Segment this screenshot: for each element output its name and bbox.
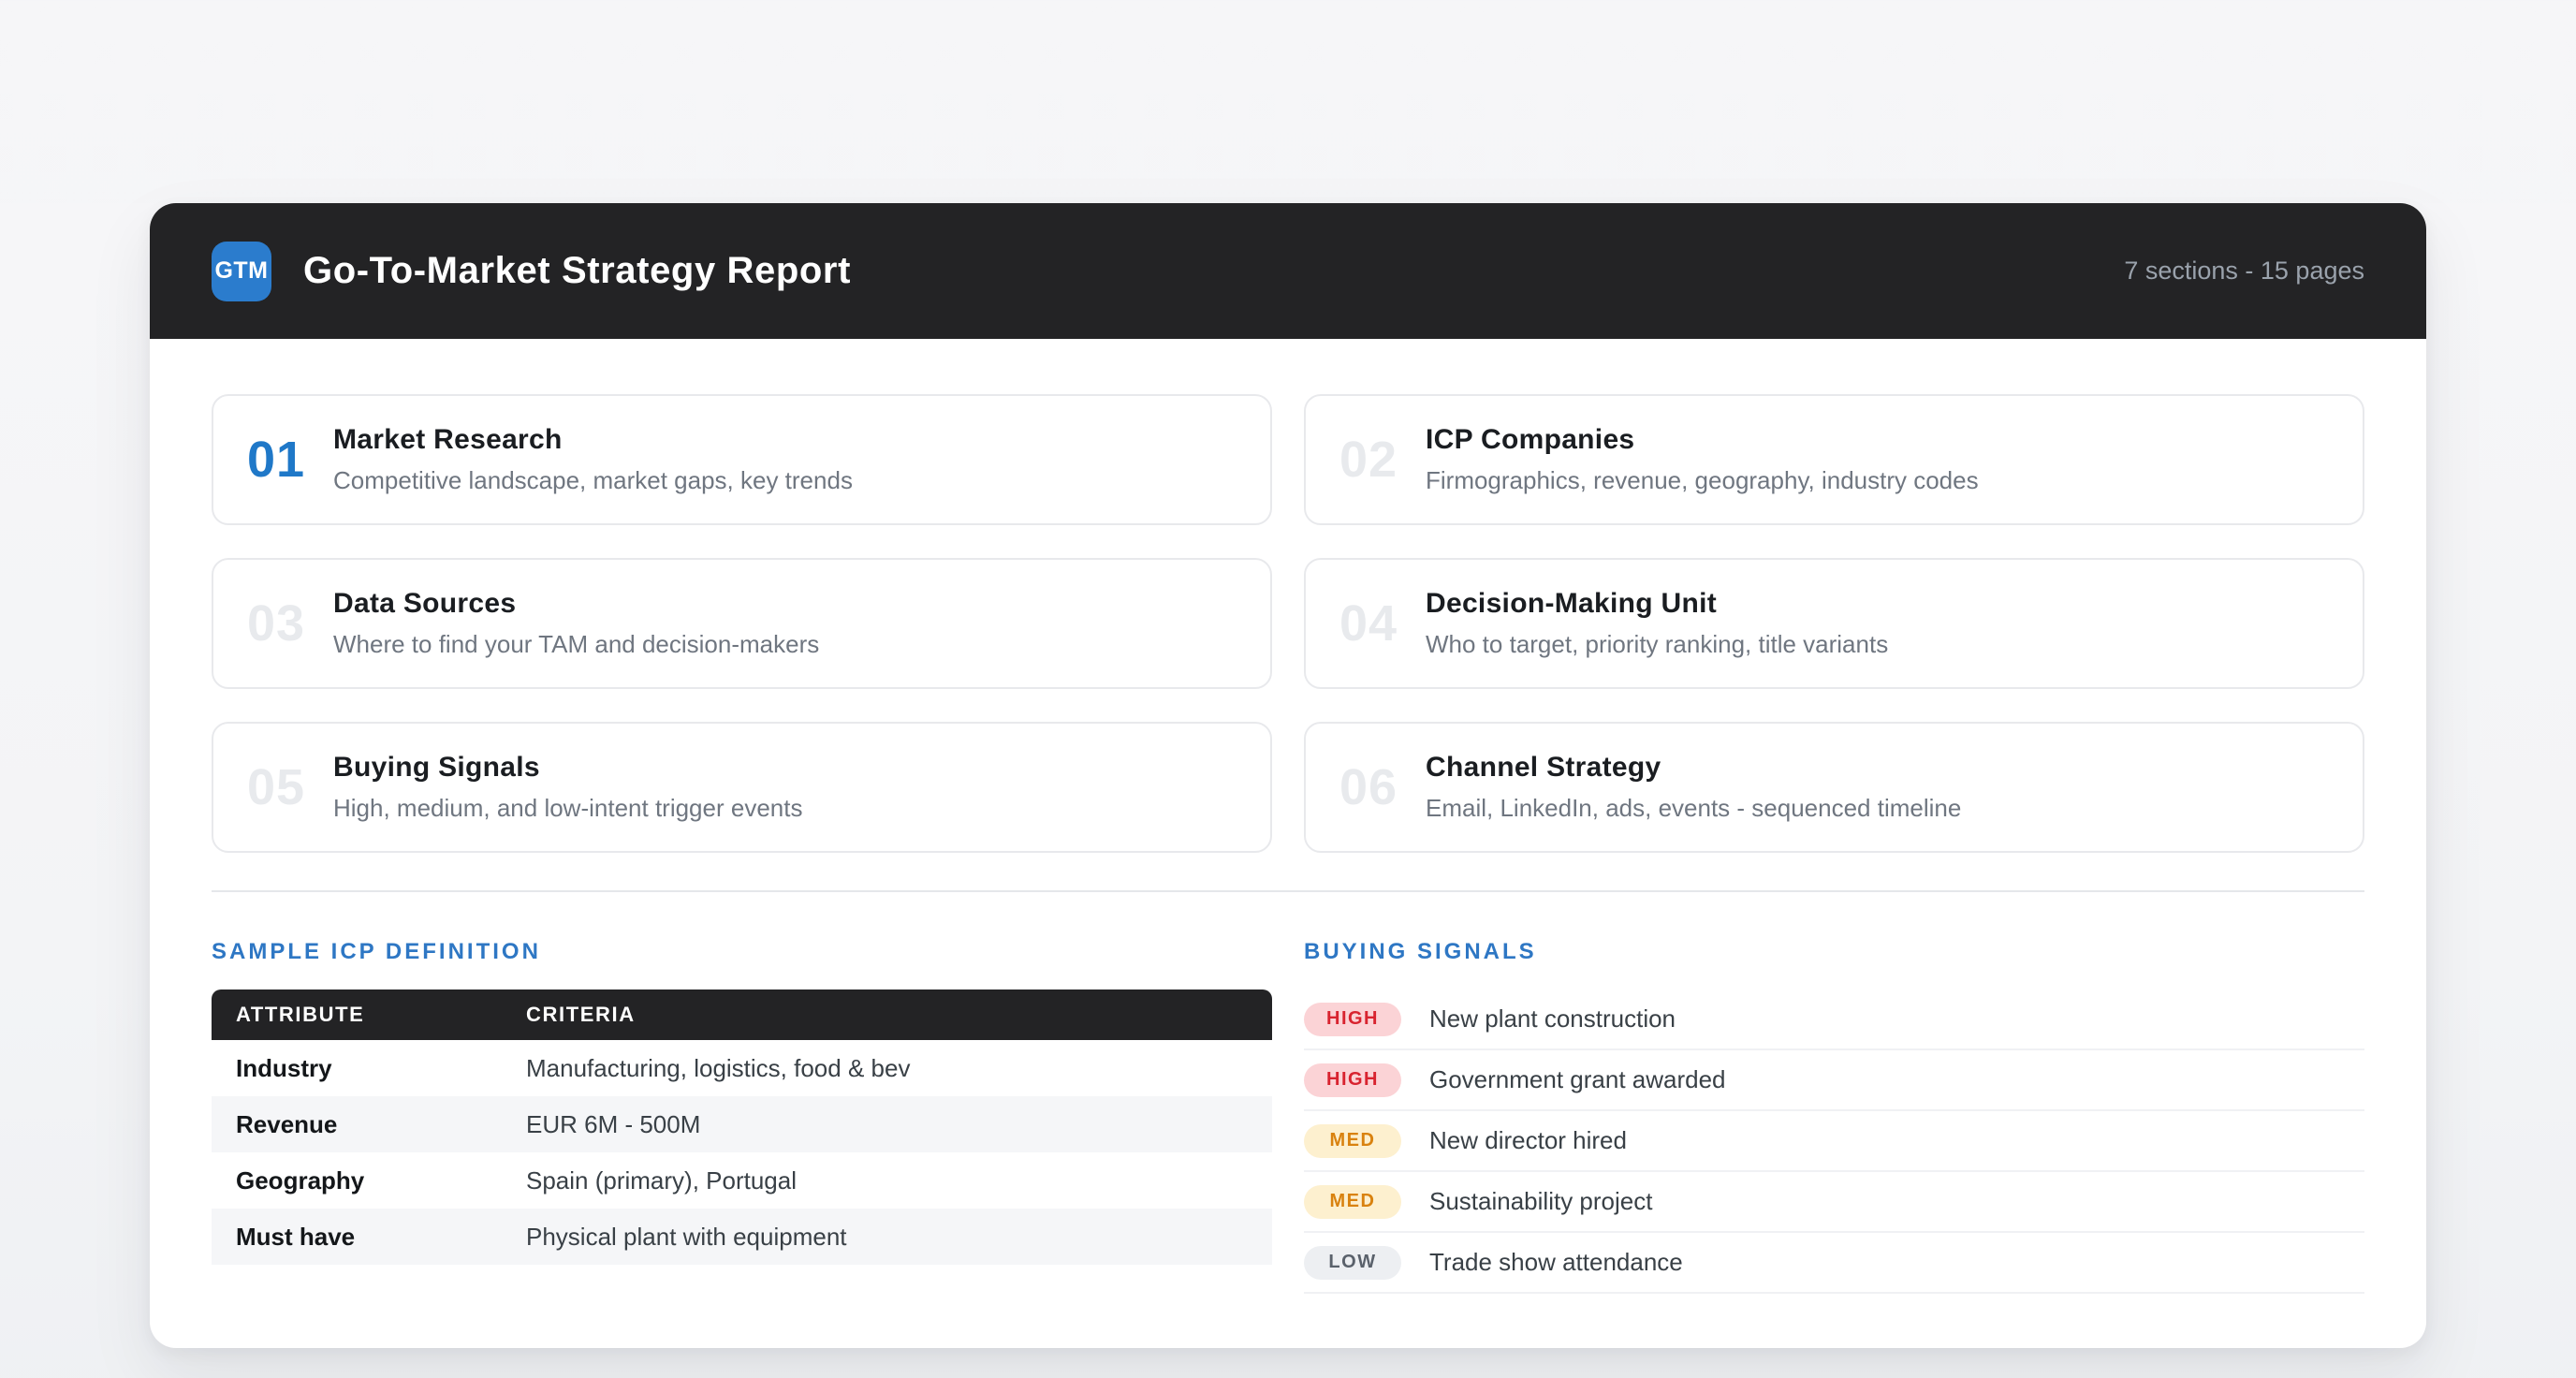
criteria-cell: Manufacturing, logistics, food & bev: [526, 1054, 1272, 1083]
section-subtitle: Where to find your TAM and decision-make…: [333, 630, 819, 659]
report-container: GTM Go-To-Market Strategy Report 7 secti…: [150, 203, 2426, 1348]
criteria-cell: EUR 6M - 500M: [526, 1110, 1272, 1139]
section-card-decision-making-unit[interactable]: 04 Decision-Making Unit Who to target, p…: [1304, 558, 2364, 689]
section-card-text: Market Research Competitive landscape, m…: [333, 424, 853, 495]
attribute-cell: Industry: [212, 1054, 526, 1083]
section-card-text: Channel Strategy Email, LinkedIn, ads, e…: [1426, 752, 1961, 823]
signal-label: New plant construction: [1429, 1004, 1676, 1034]
attribute-cell: Revenue: [212, 1110, 526, 1139]
content-divider: [212, 890, 2364, 892]
signal-item-new-director-hired: MED New director hired: [1304, 1111, 2364, 1172]
buying-signals-panel: BUYING SIGNALS HIGH New plant constructi…: [1304, 939, 2364, 1294]
section-card-text: Buying Signals High, medium, and low-int…: [333, 752, 802, 823]
attribute-cell: Must have: [212, 1223, 526, 1252]
gtm-logo: GTM: [212, 242, 271, 301]
section-card-data-sources[interactable]: 03 Data Sources Where to find your TAM a…: [212, 558, 1272, 689]
section-card-channel-strategy[interactable]: 06 Channel Strategy Email, LinkedIn, ads…: [1304, 722, 2364, 853]
column-header-criteria: CRITERIA: [526, 1003, 1272, 1027]
table-row-industry: Industry Manufacturing, logistics, food …: [212, 1040, 1272, 1096]
table-row-geography: Geography Spain (primary), Portugal: [212, 1152, 1272, 1209]
priority-badge-low: LOW: [1304, 1246, 1401, 1280]
attribute-cell: Geography: [212, 1166, 526, 1195]
priority-badge-high: HIGH: [1304, 1003, 1401, 1036]
section-number: 03: [247, 594, 333, 652]
signal-item-new-plant-construction: HIGH New plant construction: [1304, 990, 2364, 1050]
signal-label: Government grant awarded: [1429, 1065, 1726, 1094]
bottom-panels: SAMPLE ICP DEFINITION ATTRIBUTE CRITERIA…: [212, 939, 2364, 1294]
section-subtitle: Firmographics, revenue, geography, indus…: [1426, 466, 1979, 495]
section-title: ICP Companies: [1426, 424, 1979, 456]
icp-table-body: Industry Manufacturing, logistics, food …: [212, 1040, 1272, 1265]
section-title: Data Sources: [333, 588, 819, 620]
section-title: Decision-Making Unit: [1426, 588, 1888, 620]
sections-pages-count: 7 sections - 15 pages: [2124, 257, 2364, 286]
priority-badge-med: MED: [1304, 1185, 1401, 1219]
section-card-text: Decision-Making Unit Who to target, prio…: [1426, 588, 1888, 659]
section-number: 05: [247, 758, 333, 816]
table-row-must-have: Must have Physical plant with equipment: [212, 1209, 1272, 1265]
section-subtitle: Email, LinkedIn, ads, events - sequenced…: [1426, 794, 1961, 823]
signal-label: Sustainability project: [1429, 1187, 1652, 1216]
section-title: Buying Signals: [333, 752, 802, 784]
section-card-icp-companies[interactable]: 02 ICP Companies Firmographics, revenue,…: [1304, 394, 2364, 525]
buying-signals-heading: BUYING SIGNALS: [1304, 939, 2364, 965]
column-header-attribute: ATTRIBUTE: [212, 1003, 526, 1027]
page-title: Go-To-Market Strategy Report: [303, 250, 851, 292]
section-subtitle: Competitive landscape, market gaps, key …: [333, 466, 853, 495]
gtm-logo-text: GTM: [214, 257, 268, 285]
table-row-revenue: Revenue EUR 6M - 500M: [212, 1096, 1272, 1152]
priority-badge-med: MED: [1304, 1124, 1401, 1158]
buying-signals-list: HIGH New plant construction HIGH Governm…: [1304, 990, 2364, 1294]
icp-panel-heading: SAMPLE ICP DEFINITION: [212, 939, 1272, 965]
signal-item-government-grant-awarded: HIGH Government grant awarded: [1304, 1050, 2364, 1111]
section-number: 04: [1339, 594, 1426, 652]
section-card-market-research[interactable]: 01 Market Research Competitive landscape…: [212, 394, 1272, 525]
signal-label: Trade show attendance: [1429, 1248, 1683, 1277]
section-subtitle: High, medium, and low-intent trigger eve…: [333, 794, 802, 823]
signal-item-trade-show-attendance: LOW Trade show attendance: [1304, 1233, 2364, 1294]
section-card-buying-signals[interactable]: 05 Buying Signals High, medium, and low-…: [212, 722, 1272, 853]
icp-table: ATTRIBUTE CRITERIA Industry Manufacturin…: [212, 990, 1272, 1265]
icp-definition-panel: SAMPLE ICP DEFINITION ATTRIBUTE CRITERIA…: [212, 939, 1272, 1294]
report-content: 01 Market Research Competitive landscape…: [150, 394, 2426, 1294]
signal-label: New director hired: [1429, 1126, 1627, 1155]
priority-badge-high: HIGH: [1304, 1063, 1401, 1097]
section-cards-grid: 01 Market Research Competitive landscape…: [212, 394, 2364, 853]
section-subtitle: Who to target, priority ranking, title v…: [1426, 630, 1888, 659]
signal-item-sustainability-project: MED Sustainability project: [1304, 1172, 2364, 1233]
section-number: 06: [1339, 758, 1426, 816]
report-header: GTM Go-To-Market Strategy Report 7 secti…: [150, 203, 2426, 339]
section-card-text: ICP Companies Firmographics, revenue, ge…: [1426, 424, 1979, 495]
section-card-text: Data Sources Where to find your TAM and …: [333, 588, 819, 659]
criteria-cell: Physical plant with equipment: [526, 1223, 1272, 1252]
section-title: Market Research: [333, 424, 853, 456]
section-number: 01: [247, 431, 333, 489]
criteria-cell: Spain (primary), Portugal: [526, 1166, 1272, 1195]
section-title: Channel Strategy: [1426, 752, 1961, 784]
section-number: 02: [1339, 431, 1426, 489]
icp-table-header: ATTRIBUTE CRITERIA: [212, 990, 1272, 1040]
